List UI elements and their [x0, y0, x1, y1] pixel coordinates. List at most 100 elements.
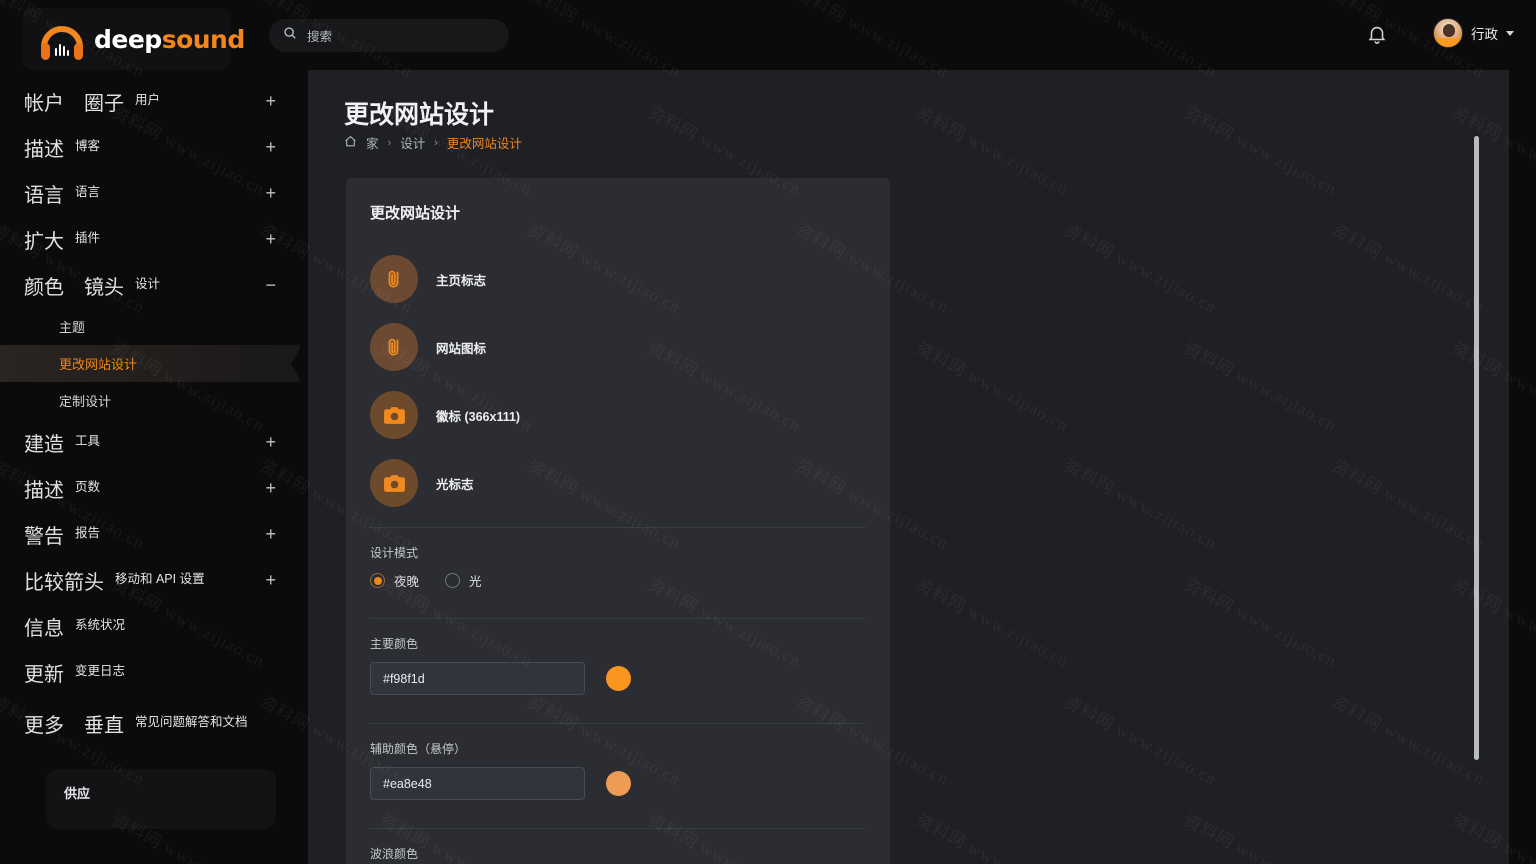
primary-color-input[interactable] [370, 662, 585, 695]
sidebar-item-label: 建造 [24, 433, 64, 456]
page-title: 更改网站设计 [344, 101, 495, 129]
sidebar-item-sublabel: 常见问题解答和文档 [135, 715, 248, 730]
sidebar-item-main-3[interactable]: 描述 博客 + [0, 124, 300, 170]
sidebar-subitem-2[interactable]: 定制设计 [0, 382, 300, 419]
upload-label: 光标志 [436, 477, 474, 492]
design-mode-field: 设计模式 夜晚 光 [346, 528, 890, 608]
sidebar-item-after-0[interactable]: 建造 工具 + [0, 419, 300, 465]
sidebar-item-sublabel: 变更日志 [75, 664, 126, 679]
brand-logo[interactable]: deepsound [22, 8, 245, 70]
primary-color-row [370, 662, 866, 695]
search-icon [283, 26, 297, 45]
radio-dot[interactable] [370, 573, 385, 588]
design-mode-option-0[interactable]: 夜晚 [370, 571, 419, 590]
user-name: 行政 [1471, 27, 1498, 42]
sidebar-item-expand-toggle[interactable]: + [265, 433, 276, 451]
sidebar: 历史教育政治+店铺店铺+帐户圈子用户+描述博客+语言语言+扩大插件+颜色镜头设计… [0, 0, 300, 864]
top-bar: deepsound 搜索 行政 [0, 0, 1536, 70]
brand-name: deepsound [94, 25, 245, 54]
sidebar-item-sublabel: 设计 [135, 277, 161, 292]
app-root: 历史教育政治+店铺店铺+帐户圈子用户+描述博客+语言语言+扩大插件+颜色镜头设计… [0, 0, 1536, 864]
breadcrumb-design[interactable]: 设计 [400, 133, 425, 152]
primary-color-swatch[interactable] [606, 666, 631, 691]
breadcrumb: 家 › 设计 › 更改网站设计 [344, 133, 522, 152]
sidebar-bottom-card-text: 供应 [64, 786, 91, 801]
breadcrumb-home[interactable]: 家 [366, 133, 379, 152]
sidebar-item-label: 帐户 [24, 92, 64, 115]
sidebar-item-sublabel: 系统状况 [75, 618, 126, 633]
sidebar-subitem-label: 主题 [59, 320, 86, 335]
primary-color-label: 主要颜色 [370, 637, 419, 651]
sidebar-item-label: 警告 [24, 525, 64, 548]
upload-row-2[interactable]: 徽标 (366x111) [370, 381, 866, 449]
breadcrumb-current: 更改网站设计 [446, 137, 522, 151]
primary-color-field: 主要颜色 [346, 619, 890, 713]
sidebar-item-label: 更多 [24, 714, 64, 737]
sidebar-item-main-2[interactable]: 帐户 圈子 用户 + [0, 78, 300, 124]
sidebar-bottom-card[interactable]: 供应 [46, 769, 276, 829]
home-icon[interactable] [344, 135, 357, 151]
sidebar-item-after-3[interactable]: 比较箭头 移动和 API 设置 + [0, 557, 300, 603]
sidebar-item-expand-toggle[interactable]: + [265, 571, 276, 589]
sidebar-item-expand-toggle[interactable]: + [265, 138, 276, 156]
bell-icon[interactable] [1366, 23, 1388, 45]
sidebar-subitem-0[interactable]: 主题 [0, 308, 300, 345]
design-mode-option-1[interactable]: 光 [445, 571, 482, 590]
sidebar-item-after-6[interactable]: 更多 垂直 常见问题解答和文档 [0, 695, 300, 751]
sidebar-item-after-4[interactable]: 信息 系统状况 [0, 603, 300, 649]
sidebar-item-label: 扩大 [24, 230, 64, 253]
upload-list: 主页标志网站图标徽标 (366x111) 光标志 [346, 223, 890, 517]
upload-row-0[interactable]: 主页标志 [370, 245, 866, 313]
upload-label: 主页标志 [436, 273, 487, 288]
sidebar-item-expand-toggle[interactable]: + [265, 525, 276, 543]
sidebar-item-main-4[interactable]: 语言 语言 + [0, 170, 300, 216]
secondary-color-input[interactable] [370, 767, 585, 800]
sidebar-item-sublabel: 语言 [75, 185, 101, 200]
upload-row-3[interactable]: 光标志 [370, 449, 866, 517]
radio-label: 夜晚 [394, 575, 420, 589]
radio-dot[interactable] [445, 573, 461, 588]
sidebar-item-after-1[interactable]: 描述 页数 + [0, 465, 300, 511]
sidebar-item-expand-toggle[interactable]: − [265, 276, 276, 294]
chevron-right-icon-2: › [434, 136, 438, 149]
sidebar-item-after-2[interactable]: 警告 报告 + [0, 511, 300, 557]
sidebar-item-main-5[interactable]: 扩大 插件 + [0, 216, 300, 262]
user-menu[interactable]: 行政 [1433, 18, 1514, 48]
brand-name-part2: sound [161, 24, 246, 54]
settings-card: 更改网站设计 主页标志 网站图标 徽标 (366x111) 光标志 设计模式 夜晚光 … [346, 178, 890, 864]
paperclip-icon[interactable] [370, 255, 418, 303]
sidebar-item-expand-toggle[interactable]: + [265, 184, 276, 202]
sidebar-item-sublabel: 插件 [75, 231, 101, 246]
sidebar-item-expand-toggle[interactable]: + [265, 479, 276, 497]
sidebar-item-expand-toggle[interactable]: + [265, 230, 276, 248]
paperclip-icon[interactable] [370, 323, 418, 371]
search-bar[interactable]: 搜索 [269, 19, 509, 52]
search-placeholder: 搜索 [307, 30, 333, 44]
sidebar-item-expand-toggle[interactable]: + [265, 92, 276, 110]
avatar [1433, 18, 1463, 48]
sidebar-item-sublabel: 用户 [135, 93, 161, 108]
chevron-down-icon [1506, 30, 1514, 36]
wave-color-label: 波浪颜色 [370, 847, 419, 861]
sidebar-subitem-1[interactable]: 更改网站设计 [0, 344, 300, 383]
camera-icon[interactable] [370, 391, 418, 439]
design-mode-radio-group: 夜晚 光 [370, 571, 866, 590]
camera-icon[interactable] [370, 459, 418, 507]
secondary-color-field: 辅助颜色（悬停） [346, 724, 890, 818]
sidebar-subitem-label: 更改网站设计 [59, 357, 138, 372]
sidebar-item-sublabel: 移动和 API 设置 [115, 572, 205, 587]
panel-scrollbar-thumb[interactable] [1474, 136, 1479, 760]
design-mode-label: 设计模式 [370, 546, 419, 560]
sidebar-item-alt-label: 镜头 [84, 276, 124, 299]
secondary-color-row [370, 767, 866, 800]
upload-row-1[interactable]: 网站图标 [370, 313, 866, 381]
secondary-color-label: 辅助颜色（悬停） [370, 742, 467, 756]
chevron-right-icon: › [387, 136, 392, 149]
sidebar-item-sublabel: 博客 [75, 139, 101, 154]
sidebar-item-main-6[interactable]: 颜色 镜头 设计 − [0, 262, 300, 308]
secondary-color-swatch[interactable] [606, 771, 631, 796]
wave-color-field: 波浪颜色 [346, 829, 890, 864]
card-heading: 更改网站设计 [370, 205, 461, 222]
upload-label: 徽标 (366x111) [436, 409, 521, 424]
sidebar-item-after-5[interactable]: 更新 变更日志 [0, 649, 300, 695]
